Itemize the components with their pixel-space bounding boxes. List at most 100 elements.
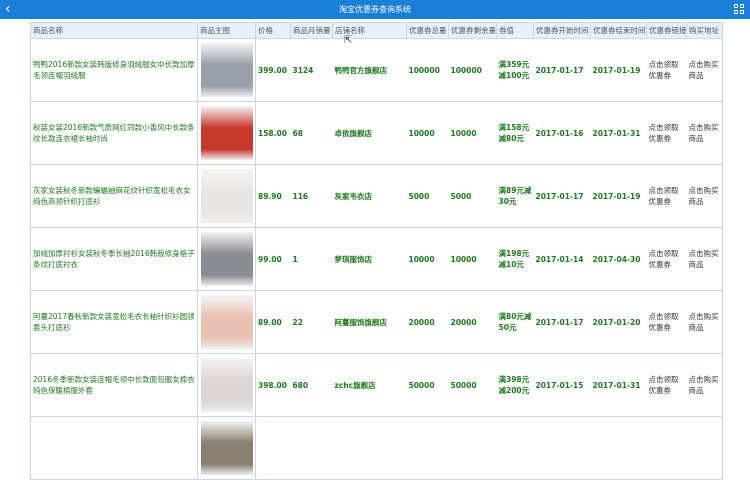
cell-end: 2017-01-31 <box>590 101 647 165</box>
cell-total: 10000 <box>406 227 449 291</box>
cell-name: 2016冬季新款女装连帽毛领中长款面包服女棉衣纯色保暖棉服外套 <box>30 353 198 417</box>
cell-value: 满359元减100元 <box>496 38 534 102</box>
cell-name: 灰家女装秋冬新款蝙蝠袖麻花纹针织宽松毛衣女纯色高领针织打底衫 <box>30 164 198 228</box>
cell-end: 2017-01-20 <box>590 290 647 354</box>
buy-link[interactable]: 点击购买商品 <box>686 290 723 354</box>
table-row: 阿蔓2017春秋新款女装宽松毛衣长袖针织衫圆领套头打底衫 89.00 22 阿蔓服饰旗… <box>30 290 723 354</box>
cell-value: 满198元减10元 <box>496 227 534 291</box>
get-coupon-link[interactable]: 点击领取优惠券 <box>646 164 687 228</box>
cell-sales: 3124 <box>290 38 333 102</box>
buy-link[interactable]: 点击购买商品 <box>686 164 723 228</box>
cell-value: 满158元减80元 <box>496 101 534 165</box>
buy-link[interactable]: 点击购买商品 <box>686 353 723 417</box>
table-row: 2016冬季新款女装连帽毛领中长款面包服女棉衣纯色保暖棉服外套 398.00 680… <box>30 353 723 417</box>
table-row: 秋装女装2016新款气质网红同款小香风中长款条纹长款连衣裙长袖时尚 158.00 6… <box>30 101 723 165</box>
column-header: 优惠券开始时间 <box>533 22 591 39</box>
product-image[interactable] <box>200 106 253 160</box>
get-coupon-link[interactable]: 点击领取优惠券 <box>646 38 687 102</box>
cell-start: 2017-01-17 <box>533 38 591 102</box>
product-image[interactable] <box>200 169 253 223</box>
cell-total: 50000 <box>406 353 449 417</box>
product-image-cell <box>197 290 256 354</box>
get-coupon-link[interactable]: 点击领取优惠券 <box>646 290 687 354</box>
column-header: 优惠券链接 <box>646 22 687 39</box>
buy-link[interactable]: 点击购买商品 <box>686 101 723 165</box>
get-coupon-link[interactable]: 点击领取优惠券 <box>646 353 687 417</box>
cell-price: 399.00 <box>255 38 291 102</box>
cell-sales: 116 <box>290 164 333 228</box>
cell-name: 鸭鸭2016新款女装韩版修身羽绒服女中长款加厚毛领连帽羽绒服 <box>30 38 198 102</box>
column-header: 购买地址 <box>686 22 723 39</box>
mouse-cursor-icon: ⇱ <box>344 35 353 46</box>
cell-start: 2017-01-17 <box>533 164 591 228</box>
cell-remain: 5000 <box>448 164 497 228</box>
cell-total: 5000 <box>406 164 449 228</box>
column-header: 优惠券剩余量 <box>448 22 497 39</box>
product-image-cell <box>197 101 256 165</box>
product-image[interactable] <box>200 43 253 97</box>
cell-start <box>533 416 591 480</box>
cell-total: 100000 <box>406 38 449 102</box>
column-header: 商品月销量 <box>290 22 333 39</box>
table-row: 灰家女装秋冬新款蝙蝠袖麻花纹针织宽松毛衣女纯色高领针织打底衫 89.90 116 灰家… <box>30 164 723 228</box>
cell-remain: 50000 <box>448 353 497 417</box>
product-image[interactable] <box>200 232 253 286</box>
column-header: 商品名称 <box>30 22 198 39</box>
buy-link[interactable]: 点击购买商品 <box>686 38 723 102</box>
product-image[interactable] <box>200 358 253 412</box>
cell-value <box>496 416 534 480</box>
product-image[interactable] <box>200 421 253 475</box>
cell-name: 秋装女装2016新款气质网红同款小香风中长款条纹长款连衣裙长袖时尚 <box>30 101 198 165</box>
cell-start: 2017-01-17 <box>533 290 591 354</box>
cell-name: 阿蔓2017春秋新款女装宽松毛衣长袖针织衫圆领套头打底衫 <box>30 290 198 354</box>
cell-price: 398.00 <box>255 353 291 417</box>
get-coupon-link[interactable]: 点击领取优惠券 <box>646 227 687 291</box>
column-header: 券值 <box>496 22 534 39</box>
grid-icon[interactable] <box>734 4 744 14</box>
table-row: 鸭鸭2016新款女装韩版修身羽绒服女中长款加厚毛领连帽羽绒服 399.00 3124… <box>30 38 723 102</box>
cell-sales: 22 <box>290 290 333 354</box>
product-image-cell <box>197 416 256 480</box>
cell-remain: 10000 <box>448 101 497 165</box>
cell-remain <box>448 416 497 480</box>
cell-shop: 梦琪服饰店 <box>332 227 407 291</box>
get-coupon-link[interactable]: 点击领取优惠券 <box>646 101 687 165</box>
table-row: 加绒加厚衬衫女装秋冬季长袖2016韩版修身格子条纹打底衬衣 99.00 1 梦琪服饰店… <box>30 227 723 291</box>
cell-remain: 10000 <box>448 227 497 291</box>
page-title: 淘宝优惠券查询系统 <box>339 5 411 14</box>
product-image-cell <box>197 353 256 417</box>
product-image[interactable] <box>200 295 253 349</box>
cell-value: 满89元减30元 <box>496 164 534 228</box>
column-header: 价格 <box>255 22 291 39</box>
cell-end: 2017-01-31 <box>590 353 647 417</box>
product-image-cell <box>197 38 256 102</box>
column-header: 优惠券总量 <box>406 22 449 39</box>
cell-start: 2017-01-16 <box>533 101 591 165</box>
cell-end: 2017-01-19 <box>590 38 647 102</box>
get-coupon-link[interactable] <box>646 416 687 480</box>
cell-shop: 卓依旗舰店 <box>332 101 407 165</box>
product-image-cell <box>197 164 256 228</box>
cell-value: 满398元减200元 <box>496 353 534 417</box>
cell-price: 89.90 <box>255 164 291 228</box>
cell-end: 2017-01-19 <box>590 164 647 228</box>
cell-total: 20000 <box>406 290 449 354</box>
cell-shop: 鸭鸭官方旗舰店 <box>332 38 407 102</box>
buy-link[interactable] <box>686 416 723 480</box>
cell-remain: 20000 <box>448 290 497 354</box>
cell-total <box>406 416 449 480</box>
cell-total: 10000 <box>406 101 449 165</box>
column-header: 优惠券结束时间 <box>590 22 647 39</box>
cell-value: 满80元减50元 <box>496 290 534 354</box>
product-image-cell <box>197 227 256 291</box>
top-bar: ‹ 淘宝优惠券查询系统 <box>0 0 750 19</box>
cell-price: 158.00 <box>255 101 291 165</box>
cell-end <box>590 416 647 480</box>
cell-sales: 68 <box>290 101 333 165</box>
coupon-table: 商品名称 商品主图 价格 商品月销量 店铺名称 优惠券总量 优惠券剩余量 券值 优惠券开始时间优… <box>30 22 723 480</box>
cell-sales <box>290 416 333 480</box>
cell-price: 99.00 <box>255 227 291 291</box>
buy-link[interactable]: 点击购买商品 <box>686 227 723 291</box>
cell-name <box>30 416 198 480</box>
cell-shop: zchc旗舰店 <box>332 353 407 417</box>
